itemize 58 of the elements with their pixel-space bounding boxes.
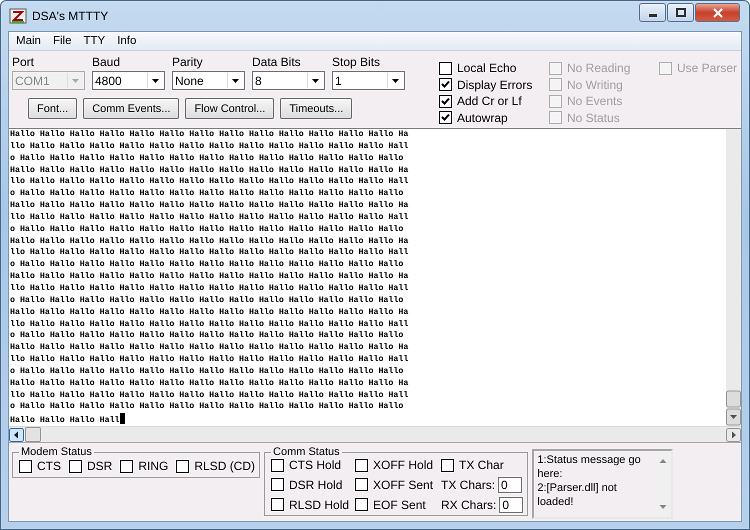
close-button[interactable] xyxy=(695,3,740,22)
maximize-icon xyxy=(676,8,686,17)
window-title: DSA's MTTTY xyxy=(32,9,110,23)
horizontal-scrollbar[interactable] xyxy=(9,426,741,442)
dropdown-arrow-icon xyxy=(232,78,239,82)
status-checkbox[interactable]: RING xyxy=(120,459,168,474)
setting-label: Parity xyxy=(172,55,204,69)
status-checkbox[interactable]: EOF Sent xyxy=(355,497,442,512)
status-message: 1:Status message go here: xyxy=(537,453,642,481)
status-checkbox[interactable]: CTS xyxy=(19,459,61,474)
option-checkbox[interactable]: Local Echo xyxy=(439,61,535,76)
group-title: Comm Status xyxy=(272,446,341,458)
status-checkbox[interactable]: XOFF Hold xyxy=(355,458,442,472)
status-checkbox[interactable]: CTS Hold xyxy=(271,458,356,472)
dropdown-arrow-icon xyxy=(312,78,319,82)
counter-field: 0 xyxy=(499,496,524,512)
status-checkbox[interactable]: DSR xyxy=(69,459,112,474)
counter-label: RX Chars: xyxy=(441,498,496,512)
option-checkbox[interactable]: Add Cr or Lf xyxy=(439,94,535,108)
menu-item[interactable]: File xyxy=(46,35,78,47)
status-checkbox[interactable]: RLSD Hold xyxy=(271,497,356,512)
counter-label: TX Chars: xyxy=(441,478,496,492)
text-cursor xyxy=(120,413,125,424)
dialog-button[interactable]: Timeouts... xyxy=(280,98,352,119)
status-checkbox[interactable]: DSR Hold xyxy=(271,477,356,492)
menu-item[interactable]: Main xyxy=(10,35,47,47)
dialog-button[interactable]: Comm Events... xyxy=(83,98,180,119)
vertical-scrollbar[interactable] xyxy=(726,129,741,426)
dialog-button[interactable]: Font... xyxy=(28,98,78,119)
terminal-icon xyxy=(9,8,27,24)
close-icon xyxy=(712,8,724,18)
status-message: 2:[Parser.dll] not loaded! xyxy=(537,481,618,509)
group-title: Modem Status xyxy=(20,446,93,458)
maximize-button[interactable] xyxy=(667,3,694,22)
setting-dropdown[interactable]: 8 xyxy=(252,71,325,90)
menu-item[interactable]: Info xyxy=(111,35,142,47)
status-checkbox[interactable]: XOFF Sent xyxy=(355,477,442,492)
setting-label: Data Bits xyxy=(252,55,302,69)
scroll-thumb[interactable] xyxy=(25,427,41,442)
status-checkbox[interactable]: TX Char xyxy=(441,458,524,472)
setting-dropdown[interactable]: 1 xyxy=(332,71,405,90)
option-checkbox[interactable]: Display Errors xyxy=(439,78,535,92)
dropdown-arrow-icon xyxy=(392,78,399,82)
menu-item[interactable]: TTY xyxy=(77,35,112,47)
dropdown-arrow-icon xyxy=(72,78,79,82)
counter-field: 0 xyxy=(498,476,522,492)
setting-label: Baud xyxy=(92,55,122,69)
terminal-output: Hallo Hallo Hallo Hallo Hallo Hallo Hallo Hallo Hallo Hallo Hallo Hallo Hallo Ha llo Hallo Hallo Hallo Hallo Hallo Hallo Hallo Hallo Hallo Hallo Hallo Hallo Hall o Hallo Hallo Hallo Hallo Hallo Hallo Hallo Hallo Hallo Hallo Hallo Hallo Hallo Hallo Hallo Hallo Hallo Hallo Hallo Hallo Hallo Hallo Hallo Hallo Hallo Hallo Ha llo Hallo Hallo Hallo Hallo Hallo Hallo Hallo Hallo Hallo Hallo Hallo Hallo Hall o Hallo Hallo Hallo Hallo Hallo Hallo Hallo Hallo Hallo Hallo Hallo Hallo Hallo Hallo Hallo Hallo Hallo Hallo Hallo Hallo Hallo Hallo Hallo Hallo Hallo Hallo Ha llo Hallo Hallo Hallo Hallo Hallo Hallo Hallo Hallo Hallo Hallo Hallo Hallo Hall o Hallo Hallo Hallo Hallo Hallo Hallo Hallo Hallo Hallo Hallo Hallo Hallo Hallo Hallo Hallo Hallo Hallo Hallo Hallo Hallo Hallo Hallo Hallo Hallo Hallo Hallo Ha llo Hallo Hallo Hallo Hallo Hallo Hallo Hallo Hallo Hallo Hallo Hallo Hallo Hall o Hallo Hallo Hallo Hallo Hallo Hallo Hallo Hallo Hallo Hallo Hallo Hallo Hallo Hallo Hallo Hallo Hallo Hallo Hallo Hallo Hallo Hallo Hallo Hallo Hallo Hallo Ha llo Hallo Hallo Hallo Hallo Hallo Hallo Hallo Hallo Hallo Hallo Hallo Hallo Hall o Hallo Hallo Hallo Hallo Hallo Hallo Hallo Hallo Hallo Hallo Hallo Hallo Hallo Hallo Hallo Hallo Hallo Hallo Hallo Hallo Hallo Hallo Hallo Hallo Hallo Hallo Ha llo Hallo Hallo Hallo Hallo Hallo Hallo Hallo Hallo Hallo Hallo Hallo Hallo Hall o Hallo Hallo Hallo Hallo Hallo Hallo Hallo Hallo Hallo Hallo Hallo Hallo Hallo Hallo Hallo Hallo Hallo Hallo Hallo Hallo Hallo Hallo Hallo Hallo Hallo Hallo Ha llo Hallo Hallo Hallo Hallo Hallo Hallo Hallo Hallo Hallo Hallo Hallo Hallo Hall o Hallo Hallo Hallo Hallo Hallo Hallo Hallo Hallo Hallo Hallo Hallo Hallo Hallo Hallo Hallo Hallo Hallo Hallo Hallo Hallo Hallo Hallo Hallo Hallo Hallo Hallo Ha llo Hallo Hallo Hallo Hallo Hallo Hallo Hallo Hallo Hallo Hallo Hallo Hallo Hall o Hallo Hallo Hallo Hallo Hallo Hallo Hallo Hallo Hallo Hallo Hallo Hallo Hallo Hallo Hallo Hallo Hall xyxy=(9,129,726,426)
setting-label: Port xyxy=(12,55,36,69)
minimize-button[interactable] xyxy=(639,3,666,22)
scroll-left-icon xyxy=(9,428,24,442)
setting-dropdown[interactable]: 4800 xyxy=(92,71,165,90)
option-checkbox[interactable]: Autowrap xyxy=(439,110,535,125)
dialog-button[interactable]: Flow Control... xyxy=(185,98,274,119)
setting-label: Stop Bits xyxy=(332,55,382,69)
dropdown-arrow-icon xyxy=(152,78,159,82)
setting-dropdown[interactable]: None xyxy=(172,71,245,90)
status-checkbox[interactable]: RLSD (CD) xyxy=(176,459,256,474)
